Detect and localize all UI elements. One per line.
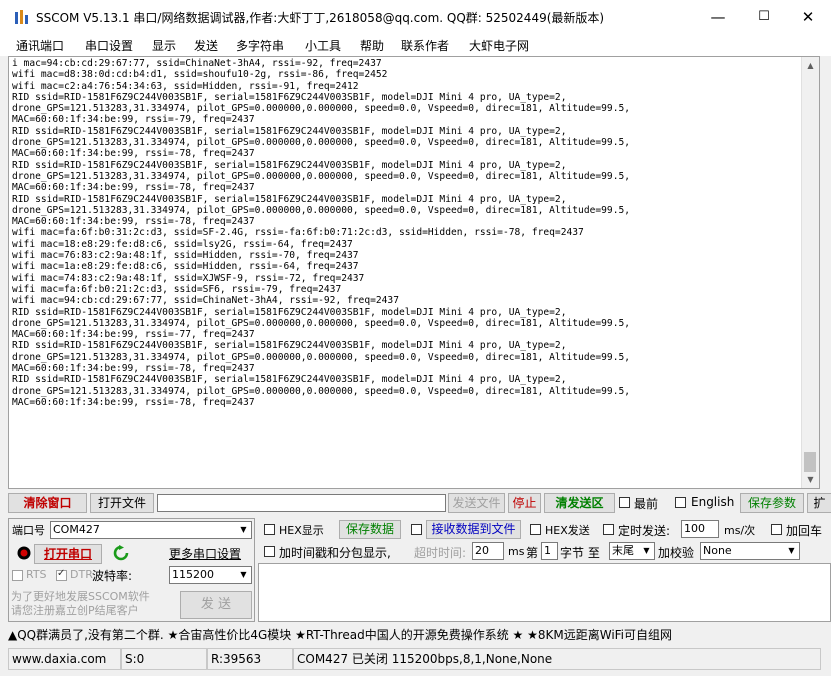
file-toolbar: 清除窗口 打开文件 发送文件 停止 清发送区 最前 English 保存参数 扩 (8, 493, 831, 515)
byte-to-label: 字节 至 (560, 546, 600, 560)
menu-daxia-site[interactable]: 大虾电子网 (469, 37, 529, 54)
status-website[interactable]: www.daxia.com (8, 648, 121, 670)
maximize-button[interactable]: ☐ (741, 0, 787, 34)
topmost-checkbox[interactable] (619, 497, 630, 508)
marquee-ad-bar[interactable]: ▲QQ群满员了,没有第二个群. ★合宙高性价比4G模块 ★RT-Thread中国… (8, 625, 821, 645)
baud-select[interactable]: 115200 ▼ (169, 566, 252, 584)
app-logo-icon (15, 10, 28, 24)
receive-output-area[interactable]: i mac=94:cb:cd:29:67:77, ssid=ChinaNet-3… (8, 56, 820, 489)
byte-from-input[interactable]: 1 (541, 542, 558, 560)
timeout-unit-label: ms (508, 545, 525, 558)
expand-button[interactable]: 扩 (807, 493, 831, 513)
add-crlf-label: 加回车 (786, 524, 823, 538)
timestamp-checkbox[interactable] (264, 546, 275, 557)
file-path-input[interactable] (157, 494, 446, 512)
baud-label: 波特率: (92, 569, 133, 583)
port-value: COM427 (53, 523, 100, 536)
rts-label: RTS (26, 568, 47, 581)
chevron-down-icon: ▼ (236, 522, 251, 538)
menu-multi-string[interactable]: 多字符串 (236, 37, 284, 54)
dtr-checkbox[interactable] (56, 568, 67, 581)
topmost-label: 最前 (634, 497, 659, 511)
scroll-down-icon[interactable]: ▼ (802, 471, 819, 488)
menu-serial-settings[interactable]: 串口设置 (85, 37, 133, 54)
timestamp-label: 加时间戳和分包显示, (279, 546, 391, 560)
stop-button[interactable]: 停止 (508, 493, 541, 513)
port-status-icon (17, 546, 31, 560)
hex-send-checkbox[interactable] (530, 524, 541, 535)
byte-from-label: 第 (526, 546, 539, 560)
vertical-scrollbar[interactable]: ▲ ▼ (801, 57, 819, 488)
end-select[interactable]: 末尾 ▼ (609, 542, 655, 560)
hex-display-checkbox[interactable] (264, 524, 275, 535)
end-value: 末尾 (612, 544, 634, 557)
close-button[interactable]: ✕ (785, 0, 831, 34)
hex-display-label: HEX显示 (279, 524, 324, 537)
scroll-up-icon[interactable]: ▲ (802, 57, 819, 74)
send-file-button[interactable]: 发送文件 (448, 493, 505, 513)
window-title: SSCOM V5.13.1 串口/网络数据调试器,作者:大虾丁丁,2618058… (36, 11, 605, 25)
rts-checkbox[interactable] (12, 570, 23, 581)
menu-contact-author[interactable]: 联系作者 (401, 37, 449, 54)
english-checkbox[interactable] (675, 497, 686, 508)
port-label: 端口号 (12, 524, 45, 537)
timed-send-label: 定时发送: (618, 524, 671, 538)
clear-window-button[interactable]: 清除窗口 (8, 493, 87, 513)
chevron-down-icon: ▼ (236, 567, 251, 583)
recv-to-file-checkbox[interactable] (411, 524, 422, 535)
clear-send-button[interactable]: 清发送区 (544, 493, 615, 513)
port-panel: 端口号 COM427 ▼ 打开串口 更多串口设置 RTS DTR 波特率: 11… (8, 518, 255, 622)
menu-bar: 通讯端口 串口设置 显示 发送 多字符串 小工具 帮助 联系作者 大虾电子网 (0, 34, 831, 56)
promo-text[interactable]: 为了更好地发展SSCOM软件 请您注册嘉立创P结尾客户 (11, 590, 150, 618)
open-port-button[interactable]: 打开串口 (34, 544, 102, 564)
title-bar: SSCOM V5.13.1 串口/网络数据调试器,作者:大虾丁丁,2618058… (0, 0, 831, 34)
timed-send-checkbox[interactable] (603, 524, 614, 535)
hex-send-label: HEX发送 (545, 524, 590, 537)
status-sent-count: S:0 (121, 648, 207, 670)
status-port-info: COM427 已关闭 115200bps,8,1,None,None (293, 648, 821, 670)
checksum-value: None (703, 544, 732, 557)
refresh-icon[interactable] (113, 545, 129, 561)
send-button[interactable]: 发 送 (180, 591, 252, 619)
checksum-select[interactable]: None ▼ (700, 542, 800, 560)
chevron-down-icon: ▼ (784, 543, 799, 559)
menu-comm-port[interactable]: 通讯端口 (16, 37, 64, 54)
status-received-count: R:39563 (207, 648, 293, 670)
open-file-button[interactable]: 打开文件 (90, 493, 154, 513)
send-input-area[interactable] (258, 563, 831, 622)
english-label: English (691, 495, 735, 509)
timeout-input[interactable]: 20 (472, 542, 504, 560)
save-data-button[interactable]: 保存数据 (339, 520, 401, 539)
timed-send-interval-input[interactable]: 100 (681, 520, 719, 538)
recv-to-file-button[interactable]: 接收数据到文件 (426, 520, 521, 539)
menu-help[interactable]: 帮助 (360, 37, 384, 54)
app-window: SSCOM V5.13.1 串口/网络数据调试器,作者:大虾丁丁,2618058… (0, 0, 831, 676)
more-serial-settings-link[interactable]: 更多串口设置 (169, 545, 241, 562)
checksum-label: 加校验 (658, 546, 695, 560)
menu-tools[interactable]: 小工具 (305, 37, 341, 54)
chevron-down-icon: ▼ (639, 543, 654, 559)
baud-value: 115200 (172, 568, 214, 581)
save-params-button[interactable]: 保存参数 (740, 493, 804, 513)
timeout-label: 超时时间: (414, 546, 467, 560)
dtr-label: DTR (70, 568, 93, 581)
port-select[interactable]: COM427 ▼ (50, 521, 252, 539)
timed-unit-label: ms/次 (724, 524, 756, 537)
minimize-button[interactable]: — (695, 0, 741, 34)
scrollbar-thumb[interactable] (804, 452, 816, 472)
receive-output-text: i mac=94:cb:cd:29:67:77, ssid=ChinaNet-3… (12, 58, 631, 408)
menu-display[interactable]: 显示 (152, 37, 176, 54)
menu-send[interactable]: 发送 (194, 37, 218, 54)
add-crlf-checkbox[interactable] (771, 524, 782, 535)
